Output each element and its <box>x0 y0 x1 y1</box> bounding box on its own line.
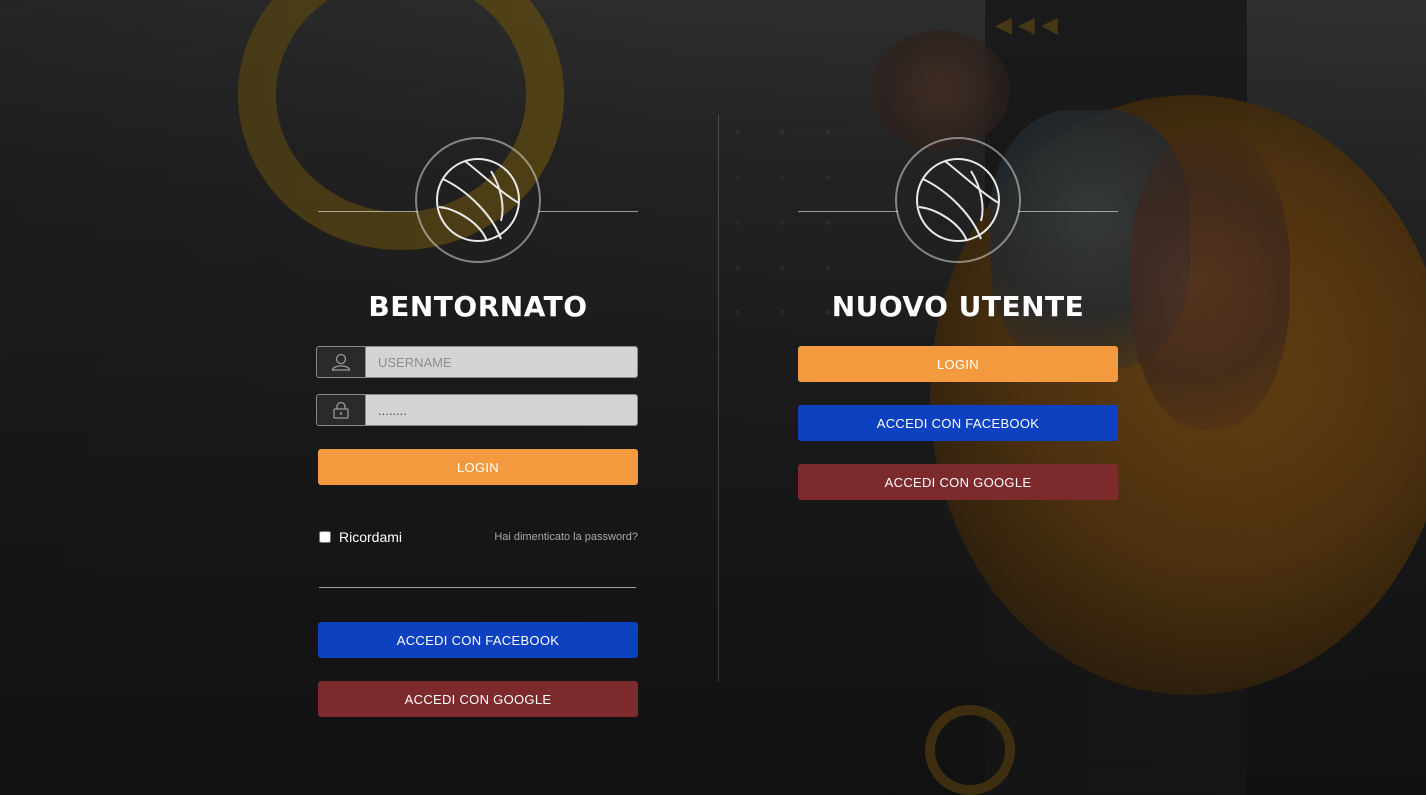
facebook-login-button[interactable]: ACCEDI CON FACEBOOK <box>318 622 638 658</box>
background-shade <box>0 0 1426 795</box>
separator-line <box>319 587 636 588</box>
password-input[interactable] <box>366 395 637 425</box>
logo <box>798 135 1118 265</box>
logo-line-right <box>538 211 638 212</box>
logo-line-left <box>318 211 418 212</box>
register-panel: NUOVO UTENTE LOGIN ACCEDI CON FACEBOOK A… <box>798 135 1118 500</box>
remember-me[interactable]: Ricordami <box>318 529 402 545</box>
remember-checkbox[interactable] <box>319 531 331 543</box>
page-title: NUOVO UTENTE <box>831 290 1085 323</box>
logo-circle <box>895 137 1021 263</box>
logo-line-left <box>798 211 898 212</box>
logo-circle <box>415 137 541 263</box>
password-group <box>316 394 638 426</box>
remember-label: Ricordami <box>339 529 403 545</box>
basketball-icon <box>436 158 520 242</box>
google-login-button[interactable]: ACCEDI CON GOOGLE <box>318 681 638 717</box>
register-facebook-button[interactable]: ACCEDI CON FACEBOOK <box>798 405 1118 441</box>
logo <box>318 135 638 265</box>
login-button[interactable]: LOGIN <box>318 449 638 485</box>
panel-divider <box>718 115 719 682</box>
register-google-button[interactable]: ACCEDI CON GOOGLE <box>798 464 1118 500</box>
forgot-password-link[interactable]: Hai dimenticato la password? <box>494 531 638 543</box>
logo-line-right <box>1018 211 1118 212</box>
register-login-button[interactable]: LOGIN <box>798 346 1118 382</box>
username-group <box>316 346 638 378</box>
page-title: BENTORNATO <box>368 290 588 323</box>
lock-icon <box>317 395 366 425</box>
basketball-icon <box>916 158 1000 242</box>
user-icon <box>317 347 366 377</box>
background-image: ◀◀◀ <box>0 0 1426 795</box>
username-input[interactable] <box>366 347 637 377</box>
login-panel: BENTORNATO LOGIN Ricordami Hai dimentica… <box>316 135 638 717</box>
